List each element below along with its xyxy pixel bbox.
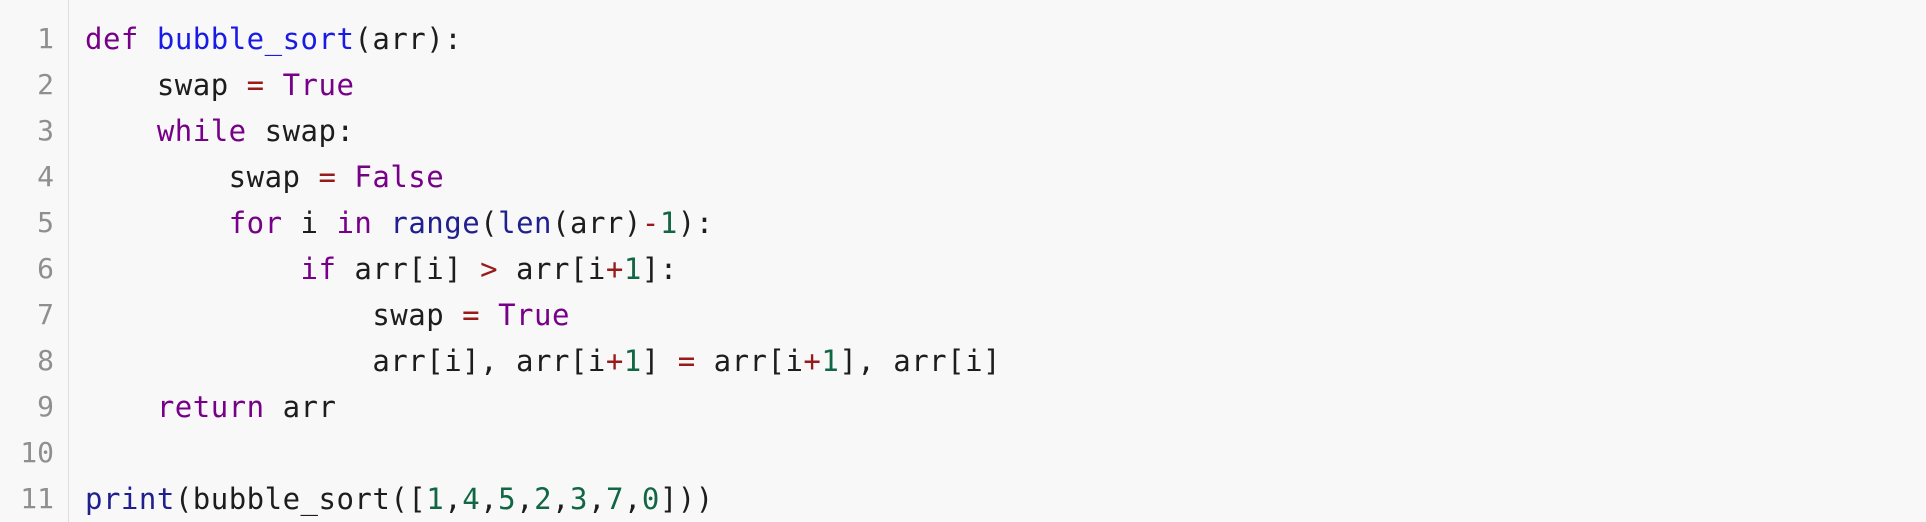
code-token: arr[i xyxy=(695,344,804,378)
code-token: - xyxy=(641,206,660,240)
code-token: print xyxy=(85,482,175,516)
line-number-gutter: 1 2 3 4 5 6 7 8 9 10 11 xyxy=(0,0,69,522)
code-token: True xyxy=(498,298,570,332)
code-editor[interactable]: 1 2 3 4 5 6 7 8 9 10 11 def bubble_sort(… xyxy=(0,0,1926,522)
code-line[interactable]: arr[i], arr[i+1] = arr[i+1], arr[i] xyxy=(85,338,1001,384)
code-token: if xyxy=(300,252,337,286)
code-token: arr xyxy=(264,390,337,424)
code-token: while xyxy=(156,114,247,148)
line-number: 9 xyxy=(37,390,54,423)
line-number: 1 xyxy=(37,22,54,55)
code-token: ]: xyxy=(641,252,678,286)
code-token: 1 xyxy=(623,252,642,286)
code-token: 5 xyxy=(498,482,517,516)
code-token: swap xyxy=(85,298,463,332)
code-token: 0 xyxy=(641,482,660,516)
code-token: arr[i] xyxy=(336,252,481,286)
code-token: ], arr[i] xyxy=(839,344,1001,378)
code-token: i xyxy=(282,206,337,240)
code-token: = xyxy=(246,68,265,102)
code-token: arr[i xyxy=(498,252,606,286)
code-token: ( xyxy=(480,206,499,240)
line-number: 6 xyxy=(37,252,54,285)
line-number: 3 xyxy=(37,114,54,147)
code-token: + xyxy=(605,344,624,378)
code-token: return xyxy=(156,390,265,424)
code-line[interactable]: while swap: xyxy=(85,108,354,154)
code-token: range xyxy=(390,206,481,240)
code-token: def xyxy=(85,22,139,56)
code-line[interactable]: print(bubble_sort([1,4,5,2,3,7,0])) xyxy=(85,476,714,522)
code-token: , xyxy=(480,482,499,516)
code-line[interactable]: def bubble_sort(arr): xyxy=(85,16,462,62)
code-token: 1 xyxy=(623,344,642,378)
code-token: ): xyxy=(677,206,714,240)
code-token: > xyxy=(480,252,499,286)
code-token: arr[i], arr[i xyxy=(85,344,606,378)
code-token: , xyxy=(587,482,606,516)
code-token: (arr) xyxy=(552,206,642,240)
line-number: 4 xyxy=(37,160,54,193)
code-token: bubble_sort xyxy=(156,22,355,56)
code-token: 4 xyxy=(462,482,481,516)
code-token: , xyxy=(516,482,535,516)
code-token: len xyxy=(498,206,553,240)
code-token: + xyxy=(605,252,624,286)
code-token: True xyxy=(282,68,355,102)
code-token: (bubble_sort([ xyxy=(174,482,427,516)
code-token: = xyxy=(318,160,337,194)
code-line[interactable]: for i in range(len(arr)-1): xyxy=(85,200,714,246)
code-token: , xyxy=(552,482,570,516)
code-line[interactable]: return arr xyxy=(85,384,336,430)
code-token: ] xyxy=(641,344,678,378)
line-number: 11 xyxy=(20,482,54,515)
code-token: 2 xyxy=(534,482,553,516)
code-token: = xyxy=(677,344,696,378)
code-token: , xyxy=(444,482,463,516)
code-token: 1 xyxy=(659,206,678,240)
code-token: in xyxy=(336,206,373,240)
code-token: swap xyxy=(85,160,319,194)
code-token: (arr): xyxy=(354,22,463,56)
code-line[interactable]: swap = True xyxy=(85,62,354,108)
line-number: 5 xyxy=(37,206,54,239)
line-number: 10 xyxy=(20,436,54,469)
code-token: for xyxy=(228,206,283,240)
line-number: 8 xyxy=(37,344,54,377)
code-token: + xyxy=(803,344,822,378)
code-token: False xyxy=(354,160,445,194)
code-token: , xyxy=(623,482,642,516)
code-token: 1 xyxy=(821,344,840,378)
line-number: 2 xyxy=(37,68,54,101)
code-token: 1 xyxy=(426,482,445,516)
code-line[interactable]: if arr[i] > arr[i+1]: xyxy=(85,246,678,292)
code-token: = xyxy=(462,298,481,332)
line-number: 7 xyxy=(37,298,54,331)
code-token: ])) xyxy=(659,482,714,516)
code-token: 7 xyxy=(605,482,624,516)
code-token: swap xyxy=(85,68,247,102)
code-token: 3 xyxy=(570,482,588,516)
code-line[interactable]: swap = True xyxy=(85,292,570,338)
code-line[interactable]: swap = False xyxy=(85,154,444,200)
code-token: swap: xyxy=(246,114,355,148)
